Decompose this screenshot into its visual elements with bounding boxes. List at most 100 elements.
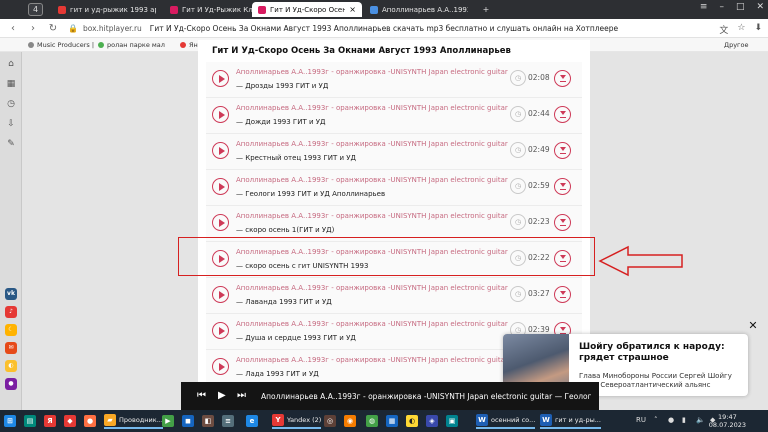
track-artist[interactable]: Аполлинарьев А.А..1993г - оранжировка -U… xyxy=(236,140,508,148)
track-artist[interactable]: Аполлинарьев А.А..1993г - оранжировка -U… xyxy=(236,68,508,76)
yandex-icon xyxy=(180,42,186,48)
taskbar-app[interactable]: ◼ xyxy=(182,413,194,429)
play-button-icon[interactable] xyxy=(212,214,229,231)
close-window-icon[interactable]: ✕ xyxy=(756,2,764,12)
taskbar-word-2[interactable]: W гит и уд-ры... xyxy=(540,413,601,429)
taskbar-app[interactable]: ● xyxy=(84,413,96,429)
url-page-title[interactable]: Гит И Уд-Скоро Осень За Окнами Август 19… xyxy=(150,24,618,33)
tab-close-icon[interactable]: × xyxy=(349,5,356,14)
taskbar-app[interactable]: ◧ xyxy=(202,413,214,429)
mode-icon[interactable]: ◐ xyxy=(5,360,17,372)
play-icon[interactable]: ▶ xyxy=(218,390,226,401)
track-song: — Геологи 1993 ГИТ и УД Аполлинарьев xyxy=(236,190,386,198)
track-song: — скоро осень 1(ГИТ и УД) xyxy=(236,226,335,234)
taskbar-app[interactable]: ◎ xyxy=(324,413,336,429)
track-artist[interactable]: Аполлинарьев А.А..1993г - оранжировка -U… xyxy=(236,320,508,328)
language-indicator[interactable]: RU xyxy=(636,416,646,424)
track-artist[interactable]: Аполлинарьев А.А..1993г - оранжировка -U… xyxy=(236,356,508,364)
taskbar-word-1[interactable]: W осенний со... xyxy=(476,413,536,429)
tab-count-button[interactable]: 4 xyxy=(28,3,43,16)
url-domain[interactable]: box.hitplayer.ru xyxy=(83,24,142,33)
next-track-icon[interactable]: ⏭ xyxy=(237,390,246,401)
taskbar-app[interactable]: ▣ xyxy=(446,413,458,429)
tab-label: Гит И Уд-Скоро Осень xyxy=(270,5,346,14)
taskbar-app[interactable]: ◉ xyxy=(344,413,356,429)
download-button-icon[interactable] xyxy=(554,178,571,195)
reload-icon[interactable]: ↻ xyxy=(46,23,60,34)
tab-label: Аполлинарьев А.А..1993г xyxy=(382,5,468,14)
downloads-icon[interactable]: ⇩ xyxy=(4,118,18,130)
play-button-icon[interactable] xyxy=(212,322,229,339)
network-icon[interactable]: ▮ xyxy=(682,416,686,424)
taskbar-app[interactable]: ◍ xyxy=(366,413,378,429)
bookmark-item[interactable]: Music Producers | xyxy=(28,41,94,49)
vk-app-icon[interactable]: vk xyxy=(5,288,17,300)
track-row[interactable]: Аполлинарьев А.А..1993г - оранжировка -U… xyxy=(206,98,582,134)
notification-close-icon[interactable]: ✕ xyxy=(747,320,759,332)
home-icon[interactable]: ⌂ xyxy=(4,58,18,70)
taskbar-yandex[interactable]: Y Yandex (2) xyxy=(272,413,322,429)
bookmark-item[interactable]: ролан парке мал xyxy=(98,41,165,49)
taskbar-app[interactable]: e xyxy=(246,413,258,429)
download-button-icon[interactable] xyxy=(554,70,571,87)
back-icon[interactable]: ‹ xyxy=(6,23,20,34)
track-row[interactable]: Аполлинарьев А.А..1993г - оранжировка -U… xyxy=(206,170,582,206)
tray-app-icon[interactable]: ● xyxy=(668,416,674,424)
track-artist[interactable]: Аполлинарьев А.А..1993г - оранжировка -U… xyxy=(236,176,508,184)
download-button-icon[interactable] xyxy=(554,214,571,231)
play-button-icon[interactable] xyxy=(212,358,229,375)
play-button-icon[interactable] xyxy=(212,106,229,123)
play-button-icon[interactable] xyxy=(212,178,229,195)
forward-icon[interactable]: › xyxy=(26,23,40,34)
taskbar-app[interactable]: ◈ xyxy=(426,413,438,429)
minimize-icon[interactable]: – xyxy=(719,2,724,12)
track-artist[interactable]: Аполлинарьев А.А..1993г - оранжировка -U… xyxy=(236,212,508,220)
tab-4[interactable]: Аполлинарьев А.А..1993г xyxy=(364,2,474,17)
taskbar-app[interactable]: Я xyxy=(44,413,56,429)
bookmark-star-icon[interactable]: ☆ xyxy=(737,23,745,36)
taskbar-explorer[interactable]: ▰ Проводник... xyxy=(104,413,163,429)
track-row[interactable]: Аполлинарьев А.А..1993г - оранжировка -U… xyxy=(206,278,582,314)
taskbar-app[interactable]: ◆ xyxy=(64,413,76,429)
taskbar-app[interactable]: ▦ xyxy=(386,413,398,429)
notes-icon[interactable]: ✎ xyxy=(4,138,18,150)
taskbar-app[interactable]: ▶ xyxy=(162,413,174,429)
play-button-icon[interactable] xyxy=(212,70,229,87)
tab-3-active[interactable]: Гит И Уд-Скоро Осень × xyxy=(252,2,362,17)
history-icon[interactable]: ◷ xyxy=(4,98,18,110)
track-row[interactable]: Аполлинарьев А.А..1993г - оранжировка -U… xyxy=(206,134,582,170)
collections-icon[interactable]: ▦ xyxy=(4,78,18,90)
clock-date: 08.07.2023 xyxy=(708,421,746,429)
tray-up-icon[interactable]: ˄ xyxy=(654,416,658,424)
taskbar-app[interactable]: ◐ xyxy=(406,413,418,429)
news-headline[interactable]: Шойгу обратился к народу: грядет страшно… xyxy=(579,342,739,364)
download-button-icon[interactable] xyxy=(554,106,571,123)
new-tab-button[interactable]: + xyxy=(480,3,492,16)
translate-icon[interactable]: 文 xyxy=(719,23,728,36)
volume-icon[interactable]: 🔈 xyxy=(696,416,705,424)
download-icon[interactable]: ⬇ xyxy=(754,23,762,36)
taskbar-app[interactable]: ≡ xyxy=(222,413,234,429)
other-bookmarks[interactable]: Другое xyxy=(724,41,748,49)
mail-app-icon[interactable]: ✉ xyxy=(5,342,17,354)
taskbar-app[interactable]: ▤ xyxy=(24,413,36,429)
download-button-icon[interactable] xyxy=(554,142,571,159)
start-button[interactable]: ⊞ xyxy=(4,413,16,429)
music-app-icon[interactable]: ♪ xyxy=(5,306,17,318)
tab-1[interactable]: гит и уд-рыжик 1993 appo xyxy=(52,2,162,17)
track-duration: 02:59 xyxy=(528,181,550,190)
track-artist[interactable]: Аполлинарьев А.А..1993г - оранжировка -U… xyxy=(236,104,508,112)
night-mode-icon[interactable]: ☾ xyxy=(5,324,17,336)
lock-icon[interactable]: 🔒 xyxy=(68,24,78,33)
system-clock[interactable]: 19:47 08.07.2023 xyxy=(709,413,746,429)
previous-track-icon[interactable]: ⏮ xyxy=(197,390,206,401)
play-button-icon[interactable] xyxy=(212,142,229,159)
alice-assistant-icon[interactable]: ● xyxy=(5,378,17,390)
menu-icon[interactable]: ≡ xyxy=(700,2,708,12)
now-playing-title: Аполлинарьев А.А..1993г - оранжировка -U… xyxy=(261,392,591,401)
download-button-icon[interactable] xyxy=(554,286,571,303)
maximize-icon[interactable]: □ xyxy=(736,2,745,12)
track-row[interactable]: Аполлинарьев А.А..1993г - оранжировка -U… xyxy=(206,62,582,98)
play-button-icon[interactable] xyxy=(212,286,229,303)
track-artist[interactable]: Аполлинарьев А.А..1993г - оранжировка -U… xyxy=(236,284,508,292)
